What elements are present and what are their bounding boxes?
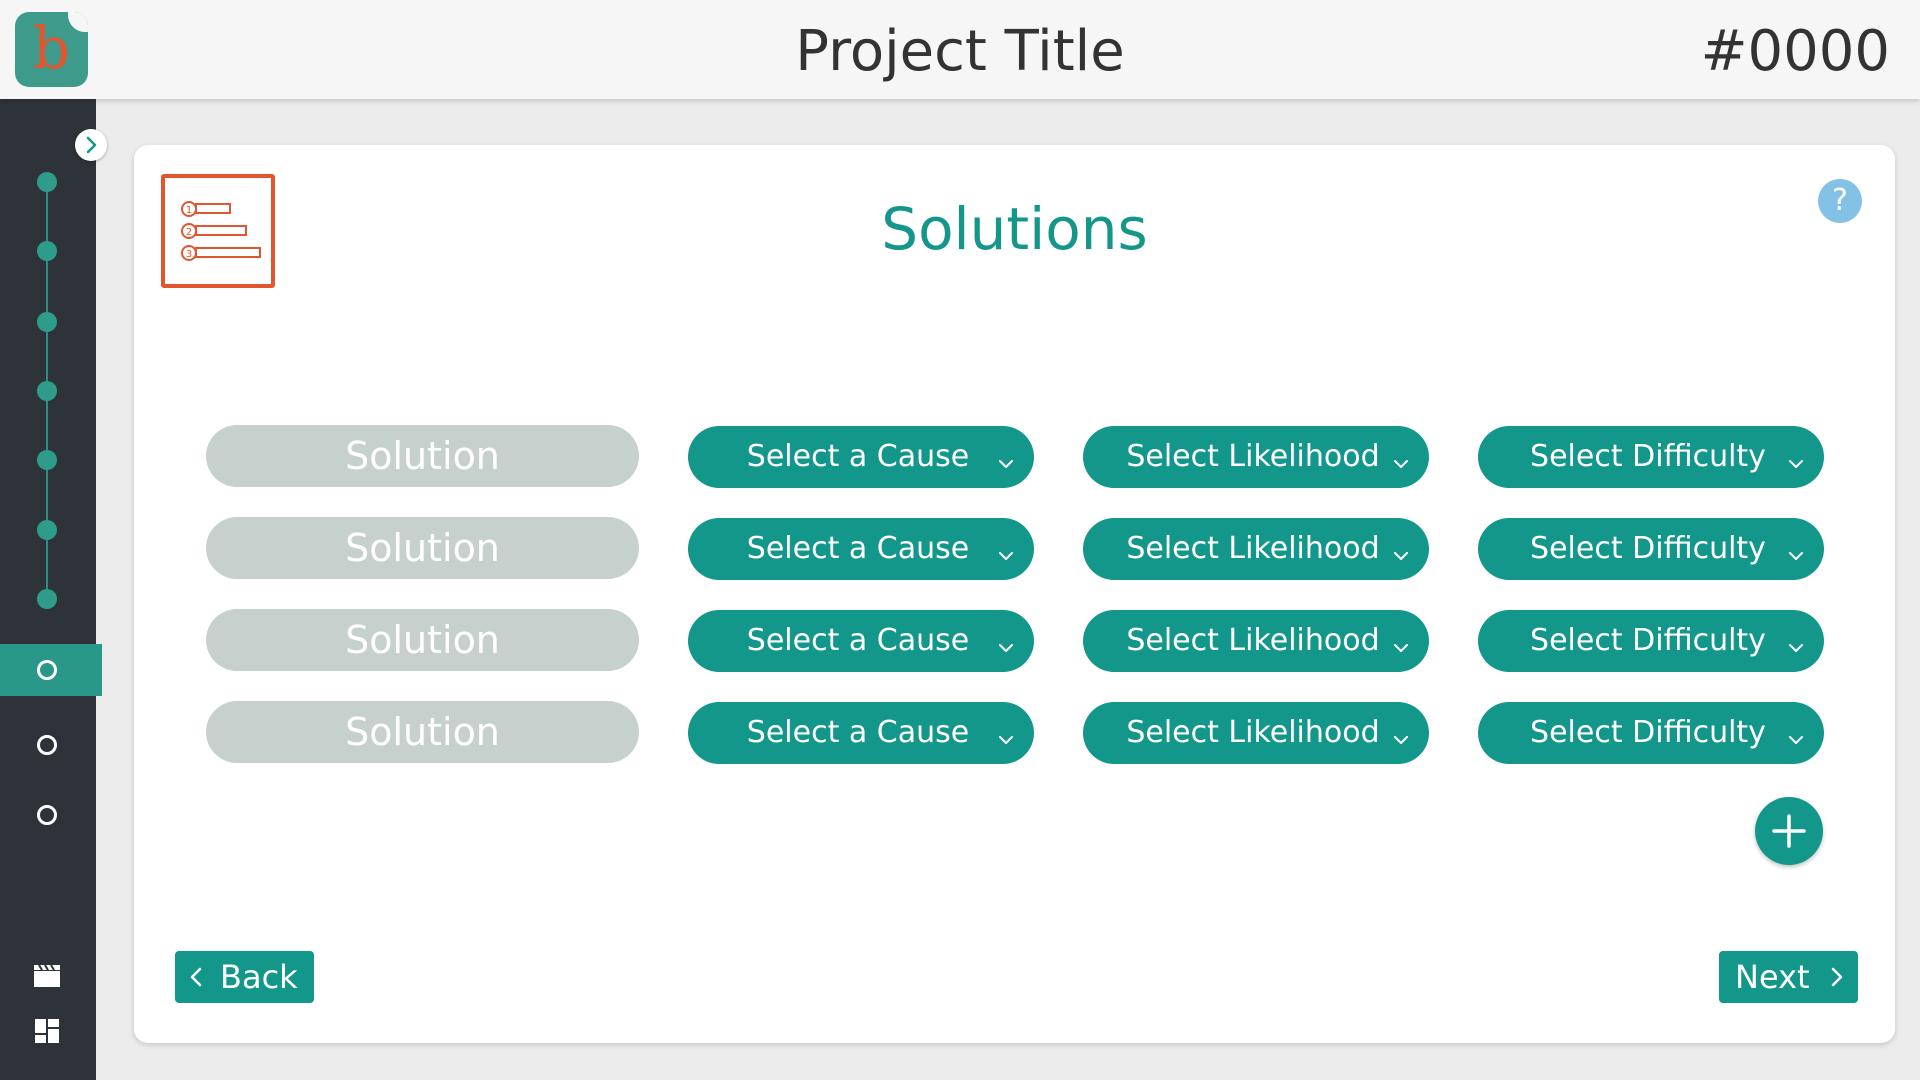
back-button[interactable]: Back: [175, 951, 314, 1003]
chevron-down-icon: [1786, 631, 1806, 652]
difficulty-select-label: Select Difficulty: [1530, 715, 1766, 750]
solution-row: Solution Select a Cause Select Likelihood S…: [134, 516, 1895, 580]
back-button-label: Back: [220, 958, 298, 996]
dashboard-icon[interactable]: [32, 1016, 62, 1046]
difficulty-select[interactable]: Select Difficulty: [1478, 518, 1824, 580]
step-dot: [37, 241, 57, 261]
project-id: #0000: [1700, 19, 1890, 84]
page-title: Solutions: [881, 195, 1148, 263]
chevron-down-icon: [1786, 723, 1806, 744]
step-dot: [37, 589, 57, 609]
likelihood-select[interactable]: Select Likelihood: [1083, 426, 1429, 488]
cause-select-label: Select a Cause: [746, 531, 970, 566]
chevron-down-icon: [996, 723, 1016, 744]
chevron-down-icon: [996, 447, 1016, 468]
progress-step-8[interactable]: [0, 644, 102, 696]
difficulty-select[interactable]: Select Difficulty: [1478, 702, 1824, 764]
next-button-label: Next: [1735, 958, 1810, 996]
step-dot: [37, 172, 57, 192]
cause-select[interactable]: Select a Cause: [688, 610, 1034, 672]
chevron-down-icon: [1391, 447, 1411, 468]
difficulty-select-label: Select Difficulty: [1530, 623, 1766, 658]
solution-input[interactable]: Solution: [206, 425, 639, 487]
cause-select[interactable]: Select a Cause: [688, 518, 1034, 580]
add-solution-button[interactable]: [1755, 797, 1823, 865]
chevron-down-icon: [996, 631, 1016, 652]
chevron-down-icon: [1391, 539, 1411, 560]
progress-step-1[interactable]: [0, 162, 96, 202]
chevron-left-icon: [190, 967, 202, 987]
solution-input[interactable]: Solution: [206, 609, 639, 671]
cause-select-label: Select a Cause: [746, 623, 970, 658]
progress-step-3[interactable]: [0, 302, 96, 342]
likelihood-select-label: Select Likelihood: [1126, 531, 1380, 566]
plus-icon: [1772, 814, 1806, 848]
difficulty-select-label: Select Difficulty: [1530, 531, 1766, 566]
step-dot: [37, 312, 57, 332]
likelihood-select[interactable]: Select Likelihood: [1083, 702, 1429, 764]
chevron-right-icon: [1831, 967, 1843, 987]
app-logo[interactable]: b: [15, 12, 88, 87]
progress-step-9[interactable]: [0, 725, 96, 765]
step-dot: [37, 381, 57, 401]
step-dot: [37, 660, 57, 680]
solution-input[interactable]: Solution: [206, 701, 639, 763]
solution-row: Solution Select a Cause Select Likelihood S…: [134, 424, 1895, 488]
logo-letter: b: [32, 14, 71, 82]
step-dot: [37, 735, 57, 755]
clapperboard-icon[interactable]: [32, 961, 62, 991]
cause-select[interactable]: Select a Cause: [688, 702, 1034, 764]
likelihood-select-label: Select Likelihood: [1126, 623, 1380, 658]
app-header: b Project Title #0000: [0, 0, 1920, 99]
help-button[interactable]: ?: [1818, 179, 1862, 223]
cause-select-label: Select a Cause: [746, 715, 970, 750]
chevron-down-icon: [1391, 723, 1411, 744]
chevron-down-icon: [996, 539, 1016, 560]
chevron-down-icon: [1391, 631, 1411, 652]
likelihood-select-label: Select Likelihood: [1126, 439, 1380, 474]
chevron-right-icon: [86, 136, 97, 154]
solution-row: Solution Select a Cause Select Likelihood S…: [134, 608, 1895, 672]
step-dot: [37, 450, 57, 470]
progress-step-4[interactable]: [0, 371, 96, 411]
likelihood-select[interactable]: Select Likelihood: [1083, 610, 1429, 672]
next-button[interactable]: Next: [1719, 951, 1858, 1003]
chevron-down-icon: [1786, 539, 1806, 560]
likelihood-select-label: Select Likelihood: [1126, 715, 1380, 750]
step-dot: [37, 520, 57, 540]
project-title: Project Title: [795, 19, 1125, 84]
difficulty-select-label: Select Difficulty: [1530, 439, 1766, 474]
step-dot: [37, 805, 57, 825]
chevron-down-icon: [1786, 447, 1806, 468]
cause-select-label: Select a Cause: [746, 439, 970, 474]
progress-step-6[interactable]: [0, 510, 96, 550]
cause-select[interactable]: Select a Cause: [688, 426, 1034, 488]
progress-step-7[interactable]: [0, 579, 96, 619]
solution-row: Solution Select a Cause Select Likelihood S…: [134, 700, 1895, 764]
solution-input[interactable]: Solution: [206, 517, 639, 579]
progress-step-2[interactable]: [0, 231, 96, 271]
main-card: 1 2 3 Solutions ? Solution Select a Cause…: [134, 145, 1895, 1043]
difficulty-select[interactable]: Select Difficulty: [1478, 426, 1824, 488]
difficulty-select[interactable]: Select Difficulty: [1478, 610, 1824, 672]
sidebar-expand-button[interactable]: [75, 129, 107, 161]
progress-step-5[interactable]: [0, 440, 96, 480]
progress-step-10[interactable]: [0, 795, 96, 835]
likelihood-select[interactable]: Select Likelihood: [1083, 518, 1429, 580]
